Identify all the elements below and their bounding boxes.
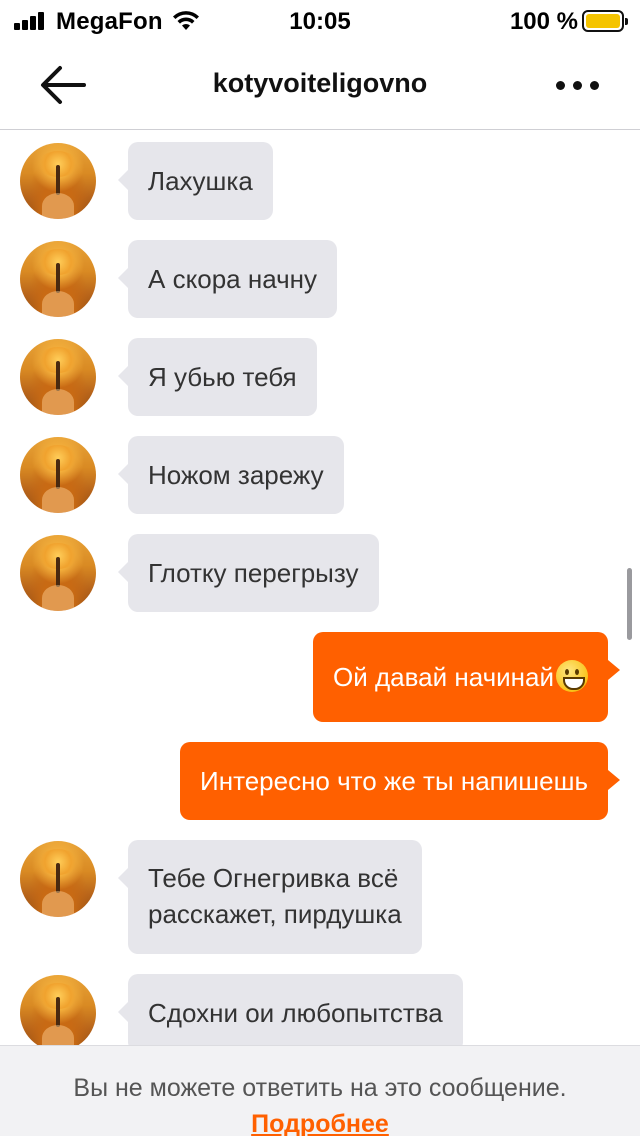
avatar[interactable] [20,241,96,317]
status-bar: MegaFon 10:05 100 % [0,0,640,40]
message-text: Глотку перегрызу [148,558,359,588]
incoming-message[interactable]: Сдохни ои любопытства [118,974,463,1045]
message-text: Я убью тебя [148,362,297,392]
avatar[interactable] [20,339,96,415]
message-text: Интересно что же ты напишешь [200,766,588,796]
message-text: А скора начну [148,264,317,294]
message-list[interactable]: Лахушка А скора начну Я убью тебя Ножом … [0,131,640,1045]
more-dots-icon[interactable] [552,70,604,100]
message-text-line: Тебе Огнегривка всё [148,863,399,893]
message-text: Ножом зарежу [148,460,324,490]
outgoing-message[interactable]: Интересно что же ты напишешь [180,742,620,820]
incoming-message[interactable]: Тебе Огнегривка всё расскажет, пирдушка [118,840,422,954]
scrollbar[interactable] [627,568,632,640]
reply-disabled-footer: Вы не можете ответить на это сообщение. … [0,1045,640,1136]
chat-header: kotyvoiteligovno [0,40,640,130]
grinning-face-emoji-icon [556,660,588,692]
chat-title: kotyvoiteligovno [212,68,428,98]
incoming-message[interactable]: Глотку перегрызу [118,534,379,612]
battery-icon [582,10,628,32]
message-text: Сдохни ои любопытства [148,998,443,1028]
message-text: Ой давай начинай [333,662,554,692]
avatar[interactable] [20,535,96,611]
message-text: Лахушка [148,166,253,196]
avatar[interactable] [20,841,96,917]
reply-disabled-notice: Вы не можете ответить на это сообщение. [73,1074,567,1102]
learn-more-link[interactable]: Подробнее [0,1110,640,1136]
incoming-message[interactable]: Лахушка [118,142,273,220]
avatar[interactable] [20,975,96,1045]
avatar[interactable] [20,143,96,219]
message-text-line: расскажет, пирдушка [148,899,402,929]
outgoing-message[interactable]: Ой давай начинай [313,632,620,722]
incoming-message[interactable]: А скора начну [118,240,337,318]
incoming-message[interactable]: Ножом зарежу [118,436,344,514]
incoming-message[interactable]: Я убью тебя [118,338,317,416]
avatar[interactable] [20,437,96,513]
battery-percentage: 100 % [509,8,578,35]
